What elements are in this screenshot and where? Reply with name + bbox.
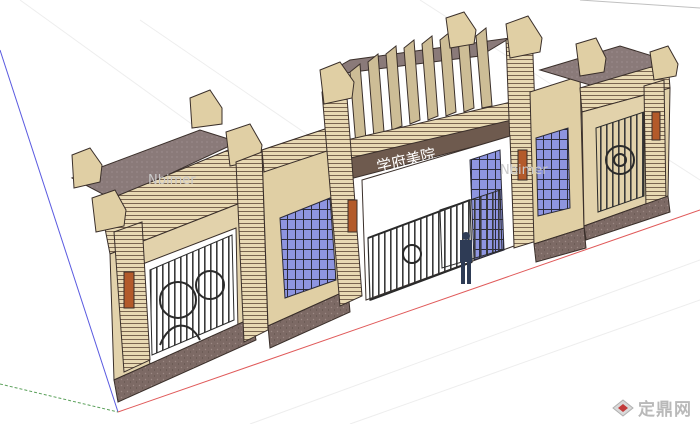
sketchup-viewport[interactable]: 学府美院 Nbimer Nbimer 定鼎网 [0, 0, 700, 424]
central-finial-top [445, 11, 477, 49]
left-lamp [123, 271, 135, 309]
model-watermark-left: Nbimer [148, 173, 196, 188]
right-pillar [643, 79, 667, 209]
right-iron-gate[interactable] [595, 111, 645, 213]
site-watermark-label: 定鼎网 [638, 400, 692, 420]
right-finial-2 [649, 45, 679, 81]
horizon-line [579, 0, 700, 9]
left-finial-3 [189, 89, 223, 129]
central-portal[interactable]: 学府美院 [319, 11, 543, 307]
site-logo-icon [612, 398, 634, 417]
right-finial-1 [575, 37, 607, 77]
central-finial-right [505, 15, 543, 59]
site-watermark: 定鼎网 [612, 395, 692, 420]
left-wing[interactable] [70, 89, 269, 403]
gate-model-scene[interactable]: 学府美院 Nbimer Nbimer [0, 0, 700, 424]
left-finial-1 [71, 147, 103, 189]
right-lamp [651, 111, 661, 141]
central-lamp-left [347, 199, 358, 233]
model-watermark-right: Nbimer [500, 163, 548, 178]
green-axis-line [0, 383, 119, 413]
